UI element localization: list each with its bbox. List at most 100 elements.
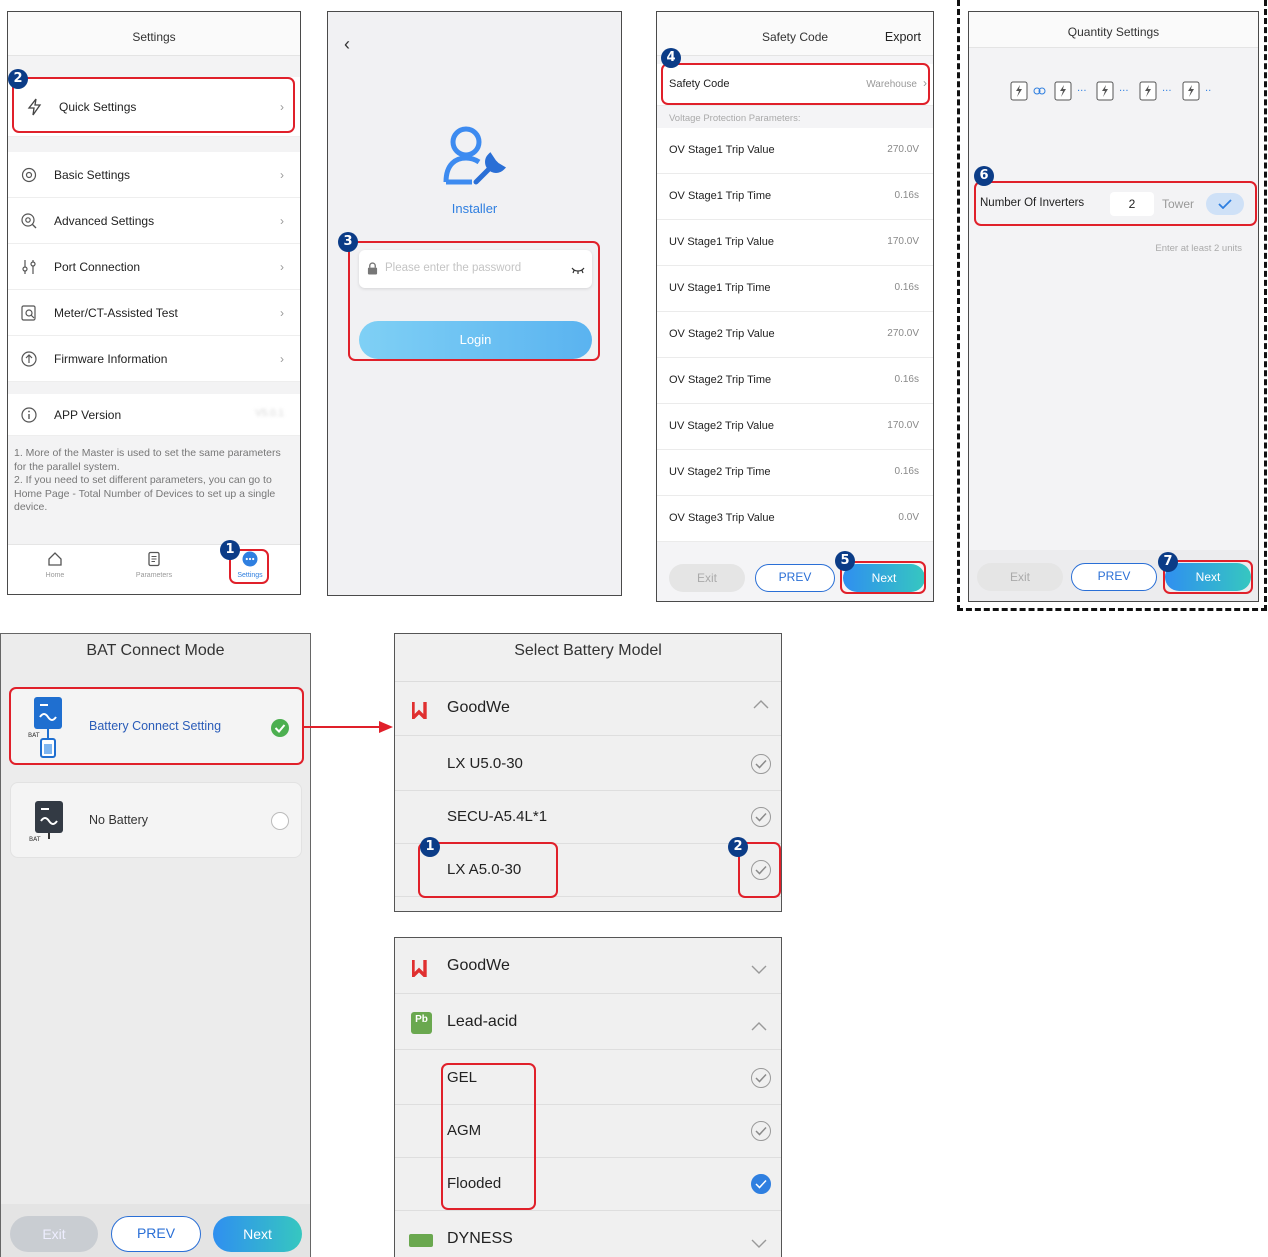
inverter-icon: BAT bbox=[29, 801, 63, 843]
step-badge-1b: 1 bbox=[420, 837, 440, 857]
chevron-up-icon bbox=[753, 696, 769, 710]
step-badge-1: 1 bbox=[220, 540, 240, 560]
highlight-quick-settings bbox=[12, 77, 295, 133]
quantity-settings-screen: Quantity Settings ··· ··· ··· ·· Number … bbox=[968, 11, 1259, 602]
page-title: Settings bbox=[8, 12, 300, 56]
port-connection-item[interactable]: Port Connection › bbox=[8, 244, 300, 290]
home-icon bbox=[48, 552, 62, 566]
check-circle-icon[interactable] bbox=[751, 1068, 771, 1088]
topology-diagram: ··· ··· ··· ·· bbox=[1009, 80, 1219, 102]
option-no-battery[interactable]: BAT No Battery bbox=[10, 782, 302, 858]
parameter-row[interactable]: UV Stage1 Trip Time 0.16s bbox=[657, 266, 933, 312]
model-row[interactable]: LX U5.0-30 bbox=[395, 738, 781, 791]
prev-button[interactable]: PREV bbox=[1071, 563, 1157, 591]
next-button[interactable]: Next bbox=[213, 1216, 302, 1252]
brand-label: GoodWe bbox=[447, 699, 510, 716]
parameter-label: OV Stage1 Trip Time bbox=[669, 190, 772, 202]
highlight-inverter-count bbox=[974, 181, 1257, 226]
voltage-section-title: Voltage Protection Parameters: bbox=[669, 113, 801, 124]
checked-icon[interactable] bbox=[751, 1174, 771, 1194]
parameter-label: UV Stage1 Trip Time bbox=[669, 282, 771, 294]
exit-button[interactable]: Exit bbox=[10, 1216, 98, 1252]
parameter-row[interactable]: UV Stage2 Trip Value 170.0V bbox=[657, 404, 933, 450]
nav-home-label: Home bbox=[45, 572, 65, 579]
brand-row-lead-acid[interactable]: Pb Lead-acid bbox=[395, 996, 781, 1050]
parameter-row[interactable]: OV Stage1 Trip Value 270.0V bbox=[657, 128, 933, 174]
chevron-right-icon: › bbox=[280, 305, 284, 320]
note-line-1: 1. More of the Master is used to set the… bbox=[14, 447, 281, 473]
parameter-value: 0.16s bbox=[894, 374, 919, 385]
highlight-safety-code bbox=[661, 63, 930, 105]
svg-text:···: ··· bbox=[1119, 86, 1129, 97]
parameter-row[interactable]: OV Stage2 Trip Value 270.0V bbox=[657, 312, 933, 358]
advanced-settings-item[interactable]: Advanced Settings › bbox=[8, 198, 300, 244]
prev-button[interactable]: PREV bbox=[755, 564, 835, 592]
upload-icon bbox=[21, 350, 37, 367]
page-title: Safety Code bbox=[762, 30, 829, 44]
goodwe-logo-icon bbox=[412, 960, 427, 977]
parameter-row[interactable]: OV Stage1 Trip Time 0.16s bbox=[657, 174, 933, 220]
nav-home[interactable]: Home bbox=[32, 551, 78, 579]
parameter-label: OV Stage2 Trip Time bbox=[669, 374, 772, 386]
firmware-info-item[interactable]: Firmware Information › bbox=[8, 336, 300, 382]
min-units-hint: Enter at least 2 units bbox=[1155, 243, 1242, 254]
export-link[interactable]: Export bbox=[885, 12, 921, 62]
svg-text:···: ··· bbox=[1077, 86, 1087, 97]
brand-row-dyness[interactable]: DYNESS bbox=[395, 1212, 781, 1257]
brand-row-goodwe[interactable]: GoodWe bbox=[395, 940, 781, 994]
back-icon[interactable]: ‹ bbox=[344, 34, 350, 55]
prev-button[interactable]: PREV bbox=[111, 1216, 201, 1252]
model-row[interactable]: SECU-A5.4L*1 bbox=[395, 791, 781, 844]
svg-text:···: ··· bbox=[1162, 86, 1172, 97]
parameter-label: OV Stage2 Trip Value bbox=[669, 328, 775, 340]
unselected-radio[interactable] bbox=[271, 812, 289, 830]
check-circle-icon[interactable] bbox=[751, 807, 771, 827]
parameter-label: UV Stage1 Trip Value bbox=[669, 236, 774, 248]
highlight-login bbox=[348, 241, 600, 361]
parameter-row[interactable]: OV Stage3 Trip Value 0.0V bbox=[657, 496, 933, 542]
nav-parameters[interactable]: Parameters bbox=[126, 551, 182, 579]
step-badge-7: 7 bbox=[1158, 552, 1178, 572]
basic-settings-item[interactable]: Basic Settings › bbox=[8, 152, 300, 198]
dyness-logo-icon bbox=[409, 1234, 433, 1247]
parameter-value: 0.16s bbox=[894, 466, 919, 477]
no-battery-label: No Battery bbox=[89, 813, 149, 827]
brand-label: DYNESS bbox=[447, 1230, 513, 1247]
exit-button[interactable]: Exit bbox=[669, 564, 745, 592]
parameter-row[interactable]: UV Stage1 Trip Value 170.0V bbox=[657, 220, 933, 266]
parameter-row[interactable]: UV Stage2 Trip Time 0.16s bbox=[657, 450, 933, 496]
step-badge-2b: 2 bbox=[728, 837, 748, 857]
chevron-up-icon bbox=[751, 1018, 767, 1036]
note-line-2: 2. If you need to set different paramete… bbox=[14, 474, 276, 513]
parameter-value: 0.0V bbox=[898, 512, 919, 523]
bat-icon-text: BAT bbox=[29, 836, 41, 843]
parameter-label: OV Stage3 Trip Value bbox=[669, 512, 775, 524]
exit-button[interactable]: Exit bbox=[977, 563, 1063, 591]
parameter-value: 0.16s bbox=[894, 282, 919, 293]
gear-icon bbox=[21, 167, 37, 182]
step-badge-2: 2 bbox=[8, 69, 28, 89]
advanced-settings-label: Advanced Settings bbox=[54, 213, 155, 228]
step-badge-4: 4 bbox=[661, 48, 681, 68]
brand-label: Lead-acid bbox=[447, 1013, 518, 1030]
check-circle-icon[interactable] bbox=[751, 754, 771, 774]
safety-header: Safety Code Export bbox=[657, 12, 933, 56]
brand-row-goodwe[interactable]: GoodWe bbox=[395, 682, 781, 736]
port-connection-label: Port Connection bbox=[54, 259, 141, 274]
inverter-chain-icon: ··· ··· ··· ·· bbox=[1010, 81, 1211, 101]
parameter-row[interactable]: OV Stage2 Trip Time 0.16s bbox=[657, 358, 933, 404]
svg-text:··: ·· bbox=[1205, 86, 1211, 97]
parallel-note: 1. More of the Master is used to set the… bbox=[14, 447, 294, 515]
meter-test-item[interactable]: Meter/CT-Assisted Test › bbox=[8, 290, 300, 336]
brand-label: GoodWe bbox=[447, 957, 510, 974]
chevron-down-icon bbox=[751, 962, 767, 980]
installer-icon bbox=[443, 126, 507, 185]
parameter-value: 0.16s bbox=[894, 190, 919, 201]
page-title: Quantity Settings bbox=[969, 12, 1258, 48]
nav-parameters-label: Parameters bbox=[135, 572, 173, 579]
installer-label: Installer bbox=[451, 201, 498, 216]
parameter-label: UV Stage2 Trip Time bbox=[669, 466, 771, 478]
parameter-value: 270.0V bbox=[887, 144, 919, 155]
check-circle-icon[interactable] bbox=[751, 1121, 771, 1141]
step-badge-5: 5 bbox=[835, 551, 855, 571]
